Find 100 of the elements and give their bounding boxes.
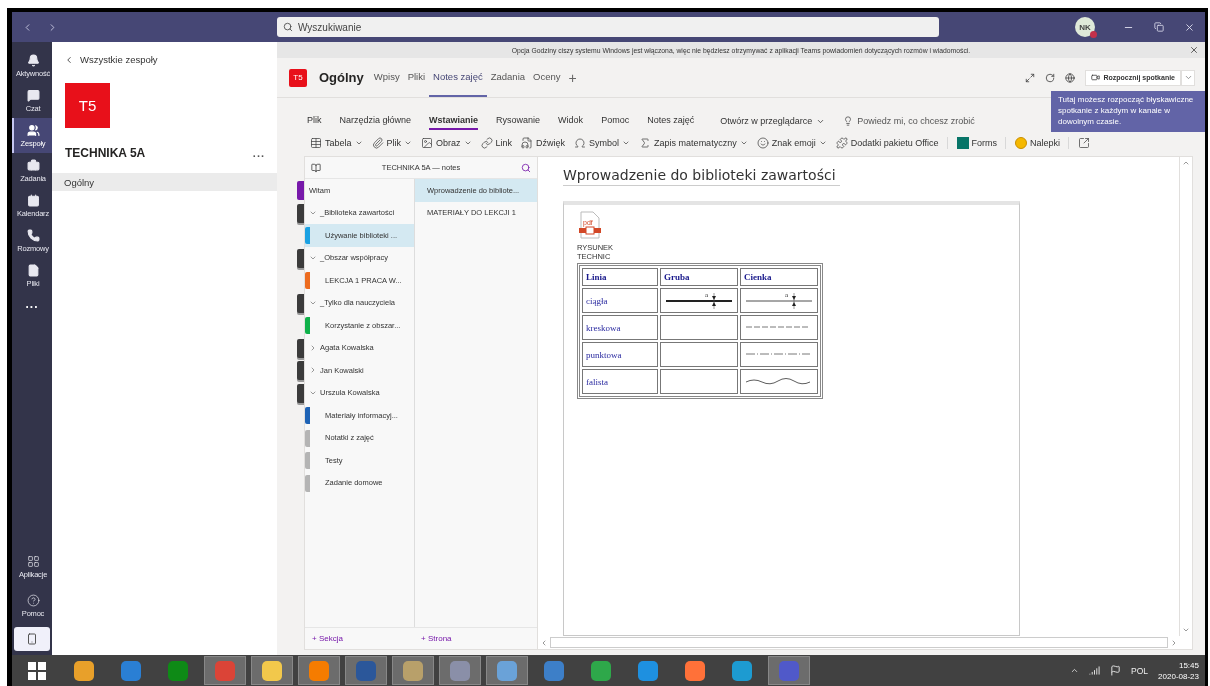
more-button[interactable]: ... [25, 297, 39, 311]
search-icon[interactable] [521, 162, 531, 173]
audio-file-icon [521, 137, 534, 149]
refresh-icon[interactable] [1045, 72, 1056, 83]
channel-tab[interactable]: Oceny [529, 58, 565, 97]
people-icon [26, 123, 40, 137]
caret-icon [739, 139, 748, 147]
table-header: Cienka [740, 268, 818, 286]
add-section-button[interactable]: + Sekcja [305, 628, 415, 649]
section-group-icon [297, 338, 304, 358]
back-link[interactable]: Wszystkie zespoły [52, 54, 277, 65]
ribbon-command[interactable]: Tabela [305, 137, 367, 149]
puzzle-icon [835, 137, 848, 149]
section-group-icon [297, 203, 304, 223]
chat-icon [26, 88, 40, 102]
help-icon [26, 593, 40, 607]
sigma-icon [639, 137, 652, 149]
bell-icon [26, 53, 40, 67]
more-button[interactable]: ... [252, 147, 265, 159]
language-indicator[interactable]: POL [1131, 665, 1149, 676]
external-icon [1078, 137, 1091, 149]
ribbon-command[interactable]: Symbol [569, 137, 635, 149]
taskbar-app[interactable] [486, 656, 528, 685]
team-tile: T5 [65, 83, 110, 128]
ribbon-tab[interactable]: Pomoc [601, 112, 630, 130]
tell-me-field[interactable]: Powiedz mi, co chcesz zrobić [843, 116, 975, 126]
flag-icon[interactable] [1110, 665, 1122, 676]
ribbon-command[interactable]: Forms [946, 137, 1002, 149]
caret-icon [354, 139, 363, 147]
ribbon-command[interactable]: Nalepki [1005, 137, 1065, 149]
back-icon [64, 54, 74, 65]
ribbon-command[interactable]: Link [475, 137, 517, 149]
scroll-right-icon[interactable] [1170, 638, 1178, 647]
taskbar-app[interactable] [298, 656, 340, 685]
section-group-icon [297, 293, 304, 313]
taskbar-app[interactable] [251, 656, 293, 685]
table-cell: falista [582, 369, 658, 394]
ribbon-tab[interactable]: Wstawianie [429, 112, 479, 130]
chevron-icon[interactable] [309, 366, 317, 375]
file-icon [26, 263, 40, 277]
clock[interactable]: 15:45 2020-08-23 [1158, 659, 1199, 682]
channel-tab[interactable]: Notes zajęć [429, 58, 487, 97]
ribbon-command[interactable]: Dźwięk [516, 137, 570, 149]
team-name: TECHNIKA 5A [65, 146, 146, 160]
expand-icon[interactable] [1025, 72, 1036, 83]
search-field[interactable]: Wyszukiwanie [277, 17, 939, 37]
image-icon [421, 137, 434, 149]
close-icon[interactable] [1184, 21, 1195, 33]
add-tab-button[interactable]: + [568, 69, 577, 86]
team-tile: T5 [289, 68, 307, 87]
dropdown-button[interactable] [1181, 69, 1195, 86]
tooltip: Tutaj możesz rozpocząć błyskawiczne spotkanie z każdym w kanale w dowolnym czasie. [1051, 91, 1205, 132]
channel-name: Ogólny [319, 70, 364, 85]
ribbon-command[interactable]: Plik [366, 137, 417, 149]
taskbar-app[interactable] [345, 656, 387, 685]
ribbon-tab[interactable]: Widok [558, 112, 584, 130]
chevron-icon[interactable] [309, 343, 317, 352]
section-group-icon [297, 383, 304, 403]
table-header: Linia [582, 268, 658, 286]
table-cell: kreskowa [582, 315, 658, 340]
ribbon-tab[interactable]: Plik [307, 112, 322, 130]
open-in-browser-button[interactable]: Otwórz w przeglądarce [720, 116, 826, 126]
smartphone-icon [26, 633, 38, 645]
channel-item[interactable]: Ogólny [52, 173, 277, 191]
close-icon[interactable] [1189, 45, 1199, 55]
table-cell: punktowa [582, 342, 658, 367]
globe-icon[interactable] [1065, 72, 1076, 83]
section-group-icon [297, 361, 304, 380]
link-icon [480, 137, 493, 149]
table-cell: ciągła [582, 288, 658, 313]
ribbon-tab[interactable]: Narzędzia główne [339, 112, 412, 130]
caret-icon [818, 139, 827, 147]
lightbulb-icon [843, 116, 854, 126]
ribbon-command[interactable]: Zapis matematyczny [634, 137, 752, 149]
channel-tab[interactable]: Zadania [486, 58, 530, 97]
paperclip-icon [371, 137, 384, 149]
apps-icon [26, 554, 40, 568]
ribbon-command[interactable]: Znak emoji [751, 137, 831, 149]
scroll-up-icon[interactable] [1182, 159, 1190, 167]
taskbar-app[interactable] [392, 656, 434, 685]
camera-icon [1091, 73, 1101, 82]
scroll-down-icon[interactable] [1182, 626, 1190, 634]
caret-icon [404, 139, 413, 147]
channel-tab[interactable]: Pliki [403, 58, 430, 97]
add-page-button[interactable]: + Strona [414, 628, 537, 649]
signal-icon[interactable] [1089, 665, 1101, 676]
scroll-left-icon[interactable] [540, 638, 548, 647]
channel-tab[interactable]: Wpisy [369, 58, 404, 97]
ribbon-command[interactable]: Obraz [416, 137, 476, 149]
table-header: Gruba [660, 268, 738, 286]
ribbon-command[interactable]: Dodatki pakietu Office [830, 137, 943, 149]
ribbon-tab[interactable]: Notes zajęć [647, 112, 695, 130]
restore-icon[interactable] [1154, 22, 1164, 32]
briefcase-icon [26, 158, 40, 172]
avatar[interactable]: NK [1075, 17, 1095, 37]
device-button[interactable] [14, 627, 50, 651]
phone-icon [26, 228, 40, 242]
caret-icon [1183, 73, 1193, 82]
ribbon-tab[interactable]: Rysowanie [496, 112, 541, 130]
search-icon [283, 22, 293, 32]
